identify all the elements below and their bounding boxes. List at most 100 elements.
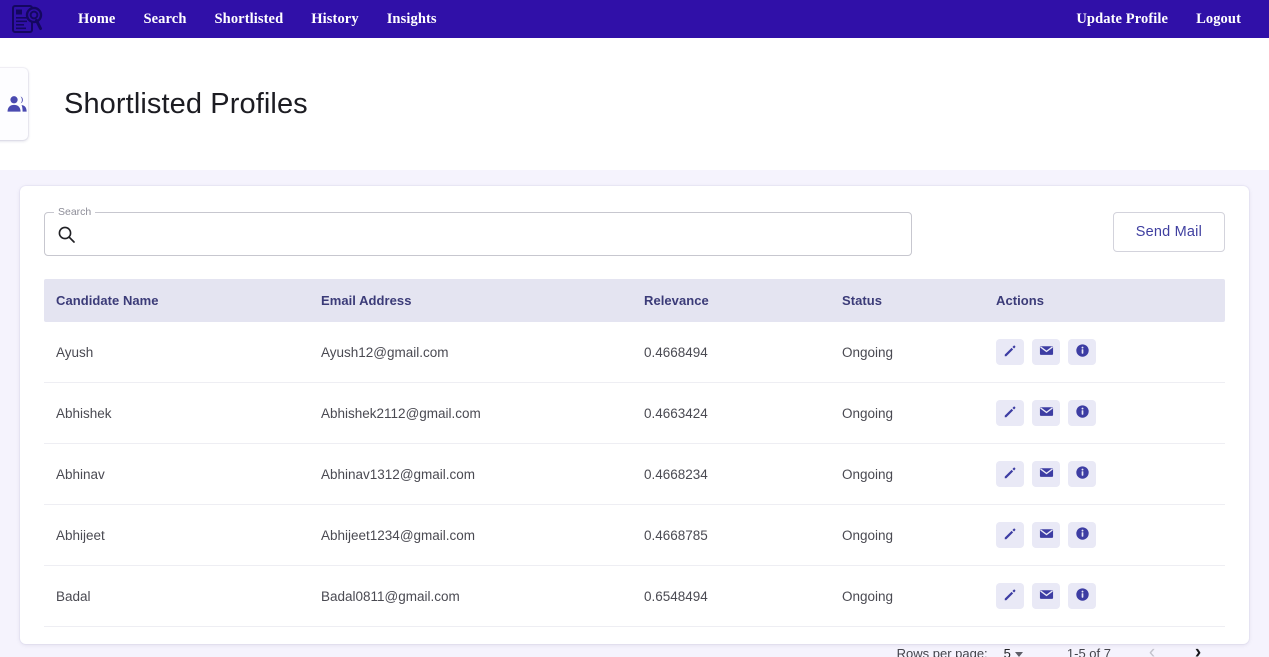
resume-search-logo-icon (12, 5, 43, 33)
info-circle-icon (1075, 526, 1090, 544)
mail-envelope-icon (1039, 465, 1054, 483)
nav-link-search[interactable]: Search (129, 11, 200, 28)
cell-candidate-name: Abhishek (44, 382, 309, 444)
shortlisted-card: Search Send Mail Candidate Name Email Ad… (20, 186, 1249, 657)
rows-per-page-value: 5 (1003, 645, 1011, 657)
table-row[interactable]: Abhijeet Abhijeet1234@gmail.com 0.4668785 O… (44, 504, 1225, 566)
cell-status: Ongoing (830, 382, 984, 444)
app-logo[interactable] (8, 0, 48, 38)
cell-candidate-name: Abhijeet (44, 504, 309, 566)
column-header-relevance[interactable]: Relevance (632, 279, 830, 322)
search-icon (57, 225, 76, 244)
edit-pencil-icon (1003, 466, 1017, 483)
cell-relevance: 0.4668785 (632, 504, 830, 566)
info-circle-icon (1075, 587, 1090, 605)
mail-envelope-icon (1039, 526, 1054, 544)
page-body: Search Send Mail Candidate Name Email Ad… (0, 170, 1269, 657)
cell-candidate-name: Abhinav (44, 443, 309, 505)
nav-link-insights[interactable]: Insights (373, 11, 451, 28)
search-legend: Search (54, 206, 96, 218)
column-header-email-address[interactable]: Email Address (309, 279, 632, 322)
cell-actions (984, 443, 1225, 505)
info-circle-icon (1075, 343, 1090, 361)
action-button-group (996, 583, 1225, 609)
cell-actions (984, 322, 1225, 383)
action-button-group (996, 339, 1225, 365)
table-row[interactable]: Badal Badal0811@gmail.com 0.6548494 Ongoing (44, 565, 1225, 627)
action-button-group (996, 522, 1225, 548)
cell-email-address: Abhijeet1234@gmail.com (309, 504, 632, 566)
info-circle-icon (1075, 465, 1090, 483)
cell-relevance: 0.6548494 (632, 565, 830, 627)
nav-link-shortlisted[interactable]: Shortlisted (200, 11, 297, 28)
search-input[interactable] (76, 213, 899, 255)
table-body: Ayush Ayush12@gmail.com 0.4668494 Ongoing Ab… (44, 322, 1225, 627)
nav-link-logout[interactable]: Logout (1182, 11, 1255, 28)
info-circle-button[interactable] (1068, 339, 1096, 365)
cell-actions (984, 504, 1225, 566)
edit-pencil-icon (1003, 344, 1017, 361)
nav-link-history[interactable]: History (297, 11, 372, 28)
edit-pencil-button[interactable] (996, 339, 1024, 365)
edit-pencil-button[interactable] (996, 583, 1024, 609)
cell-candidate-name: Badal (44, 565, 309, 627)
cell-email-address: Abhinav1312@gmail.com (309, 443, 632, 505)
info-circle-button[interactable] (1068, 522, 1096, 548)
edit-pencil-button[interactable] (996, 522, 1024, 548)
edit-pencil-icon (1003, 527, 1017, 544)
next-page-button[interactable]: › (1181, 636, 1215, 657)
cell-status: Ongoing (830, 565, 984, 627)
table-header-row: Candidate Name Email Address Relevance S… (44, 279, 1225, 322)
cell-actions (984, 382, 1225, 444)
mail-envelope-button[interactable] (1032, 522, 1060, 548)
secondary-nav: Update Profile Logout (1062, 11, 1255, 28)
send-mail-button[interactable]: Send Mail (1112, 212, 1225, 252)
action-button-group (996, 400, 1225, 426)
mail-envelope-icon (1039, 587, 1054, 605)
cell-relevance: 0.4668234 (632, 443, 830, 505)
mail-envelope-button[interactable] (1032, 461, 1060, 487)
info-circle-button[interactable] (1068, 400, 1096, 426)
table-row[interactable]: Ayush Ayush12@gmail.com 0.4668494 Ongoing (44, 322, 1225, 383)
cell-email-address: Badal0811@gmail.com (309, 565, 632, 627)
shortlisted-table: Candidate Name Email Address Relevance S… (44, 279, 1225, 627)
info-circle-button[interactable] (1068, 583, 1096, 609)
nav-link-update-profile[interactable]: Update Profile (1062, 11, 1182, 28)
column-header-status[interactable]: Status (830, 279, 984, 322)
cell-status: Ongoing (830, 322, 984, 383)
mail-envelope-icon (1039, 343, 1054, 361)
mail-envelope-button[interactable] (1032, 339, 1060, 365)
previous-page-button[interactable]: ‹ (1135, 636, 1169, 657)
cell-candidate-name: Ayush (44, 322, 309, 383)
pagination-range-label: 1-5 of 7 (1066, 645, 1111, 657)
chevron-down-icon (1014, 651, 1023, 657)
cell-email-address: Abhishek2112@gmail.com (309, 382, 632, 444)
edit-pencil-button[interactable] (996, 461, 1024, 487)
action-button-group (996, 461, 1225, 487)
edit-pencil-button[interactable] (996, 400, 1024, 426)
edit-pencil-icon (1003, 405, 1017, 422)
column-header-candidate-name[interactable]: Candidate Name (44, 279, 309, 322)
table-row[interactable]: Abhishek Abhishek2112@gmail.com 0.4663424 O… (44, 382, 1225, 444)
cell-status: Ongoing (830, 504, 984, 566)
top-navbar: Home Search Shortlisted History Insights… (0, 0, 1269, 38)
info-circle-icon (1075, 404, 1090, 422)
table-header: Candidate Name Email Address Relevance S… (44, 279, 1225, 322)
page-header: Shortlisted Profiles (0, 38, 1269, 170)
info-circle-button[interactable] (1068, 461, 1096, 487)
nav-link-home[interactable]: Home (64, 11, 129, 28)
cell-status: Ongoing (830, 443, 984, 505)
rows-per-page-select[interactable]: 5 (1004, 646, 1023, 657)
column-header-actions: Actions (984, 279, 1225, 322)
rows-per-page-label: Rows per page: (896, 645, 988, 657)
edit-pencil-icon (1003, 588, 1017, 605)
people-group-icon (7, 96, 27, 112)
page-title: Shortlisted Profiles (64, 87, 308, 120)
search-field[interactable]: Search (44, 206, 912, 256)
table-row[interactable]: Abhinav Abhinav1312@gmail.com 0.4668234 Ong… (44, 443, 1225, 505)
mail-envelope-button[interactable] (1032, 583, 1060, 609)
mail-envelope-icon (1039, 404, 1054, 422)
primary-nav: Home Search Shortlisted History Insights (64, 11, 451, 28)
mail-envelope-button[interactable] (1032, 400, 1060, 426)
cell-actions (984, 565, 1225, 627)
